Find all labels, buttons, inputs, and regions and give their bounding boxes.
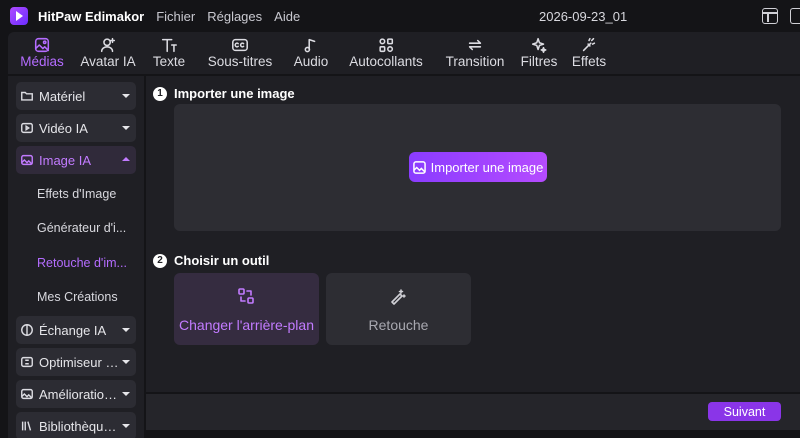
window-icon[interactable] [790,8,800,24]
tab-label: Filtres [520,54,558,69]
tab-avatar-ia[interactable]: Avatar IA [72,32,144,69]
chevron-down-icon [122,360,130,364]
step-number: 1 [153,86,167,101]
step-tool-header: 2 Choisir un outil [153,253,269,268]
step-title: Choisir un outil [174,253,270,268]
subitem-effets-image[interactable]: Effets d'Image [37,187,129,201]
image-drop-zone[interactable]: Importer une image [174,104,781,231]
optimizer-icon [20,355,34,369]
tab-sous-titres[interactable]: Sous-titres [194,32,286,69]
video-icon [20,121,34,135]
tab-transition[interactable]: Transition [436,32,514,69]
tab-label: Autocollants [349,54,423,69]
sidebar-item-label: Amélioration ... [39,386,119,402]
tab-label: Effets [571,54,607,69]
tab-label: Transition [445,54,505,69]
magic-wand-icon [579,35,599,54]
sparkles-icon [529,35,549,54]
chevron-down-icon [122,424,130,428]
sidebar-item-echange-ia[interactable]: Échange IA [16,316,136,344]
sidebar-item-amelioration[interactable]: Amélioration ... [16,380,136,408]
chevron-up-icon [122,157,130,161]
sidebar-item-optimiseur[interactable]: Optimiseur Vi... [16,348,136,376]
layout-icon[interactable] [762,8,778,24]
sidebar-item-image-ia[interactable]: Image IA [16,146,136,174]
import-image-label: Importer une image [430,159,544,175]
image-icon [32,35,52,54]
sidebar-item-label: Image IA [39,152,92,168]
user-plus-icon [98,35,118,54]
tool-label: Changer l'arrière-plan [179,317,314,333]
sidebar-item-label: Échange IA [39,322,107,338]
image-ai-icon [20,153,34,167]
chevron-down-icon [122,94,130,98]
menu-help[interactable]: Aide [274,9,300,24]
chevron-down-icon [122,392,130,396]
chevron-down-icon [122,328,130,332]
sidebar-item-bibliotheque[interactable]: Bibliothèque ... [16,412,136,438]
background-swap-icon [237,287,255,305]
step-number: 2 [153,253,167,268]
tab-label: Avatar IA [80,54,136,69]
tab-effets[interactable]: Effets [564,32,614,69]
tab-texte[interactable]: Texte [144,32,194,69]
face-swap-icon [20,323,34,337]
media-toolbar: Médias Avatar IA Texte Sous-titres Audio… [8,32,800,74]
captions-icon [230,35,250,54]
image-add-icon [412,160,426,174]
main-panel: 1 Importer une image Importer une image … [146,76,800,392]
text-icon [159,35,179,54]
title-bar: HitPaw Edimakor Fichier Réglages Aide 20… [0,0,800,32]
tool-label: Retouche [368,317,429,333]
project-name: 2026-09-23_01 [539,9,628,24]
step-title: Importer une image [174,86,295,101]
arrows-icon [465,35,485,54]
menu-file[interactable]: Fichier [156,9,195,24]
sidebar-item-video-ia[interactable]: Vidéo IA [16,114,136,142]
shapes-icon [376,35,396,54]
tab-label: Médias [20,54,64,69]
music-note-icon [301,35,321,54]
tab-filtres[interactable]: Filtres [514,32,564,69]
sidebar-item-label: Optimiseur Vi... [39,354,119,370]
enhance-icon [20,387,34,401]
chevron-down-icon [122,126,130,130]
tab-audio[interactable]: Audio [286,32,336,69]
subitem-mes-creations[interactable]: Mes Créations [37,290,129,304]
subitem-retouche[interactable]: Retouche d'im... [37,256,129,270]
subitem-generateur[interactable]: Générateur d'i... [37,221,129,235]
sidebar: Matériel Vidéo IA Image IA Effets d'Imag… [8,76,144,438]
retouch-wand-icon [389,287,407,305]
bottom-bar: Suivant [146,394,800,430]
tab-autocollants[interactable]: Autocollants [336,32,436,69]
sidebar-item-label: Vidéo IA [39,120,88,136]
footer-strip [146,430,800,438]
step-import-header: 1 Importer une image [153,86,295,101]
menu-settings[interactable]: Réglages [207,9,262,24]
sidebar-item-label: Matériel [39,88,86,104]
import-image-button[interactable]: Importer une image [409,152,547,182]
tab-label: Audio [293,54,329,69]
sidebar-item-label: Bibliothèque ... [39,418,119,434]
tab-medias[interactable]: Médias [12,32,72,69]
library-icon [20,419,34,433]
tool-retouch[interactable]: Retouche [326,273,471,345]
folder-icon [20,89,34,103]
tab-label: Sous-titres [207,54,273,69]
next-button[interactable]: Suivant [708,402,781,421]
app-logo-icon [10,7,28,25]
tool-change-background[interactable]: Changer l'arrière-plan [174,273,319,345]
app-name: HitPaw Edimakor [38,8,145,24]
sidebar-item-materiel[interactable]: Matériel [16,82,136,110]
tab-label: Texte [152,54,186,69]
